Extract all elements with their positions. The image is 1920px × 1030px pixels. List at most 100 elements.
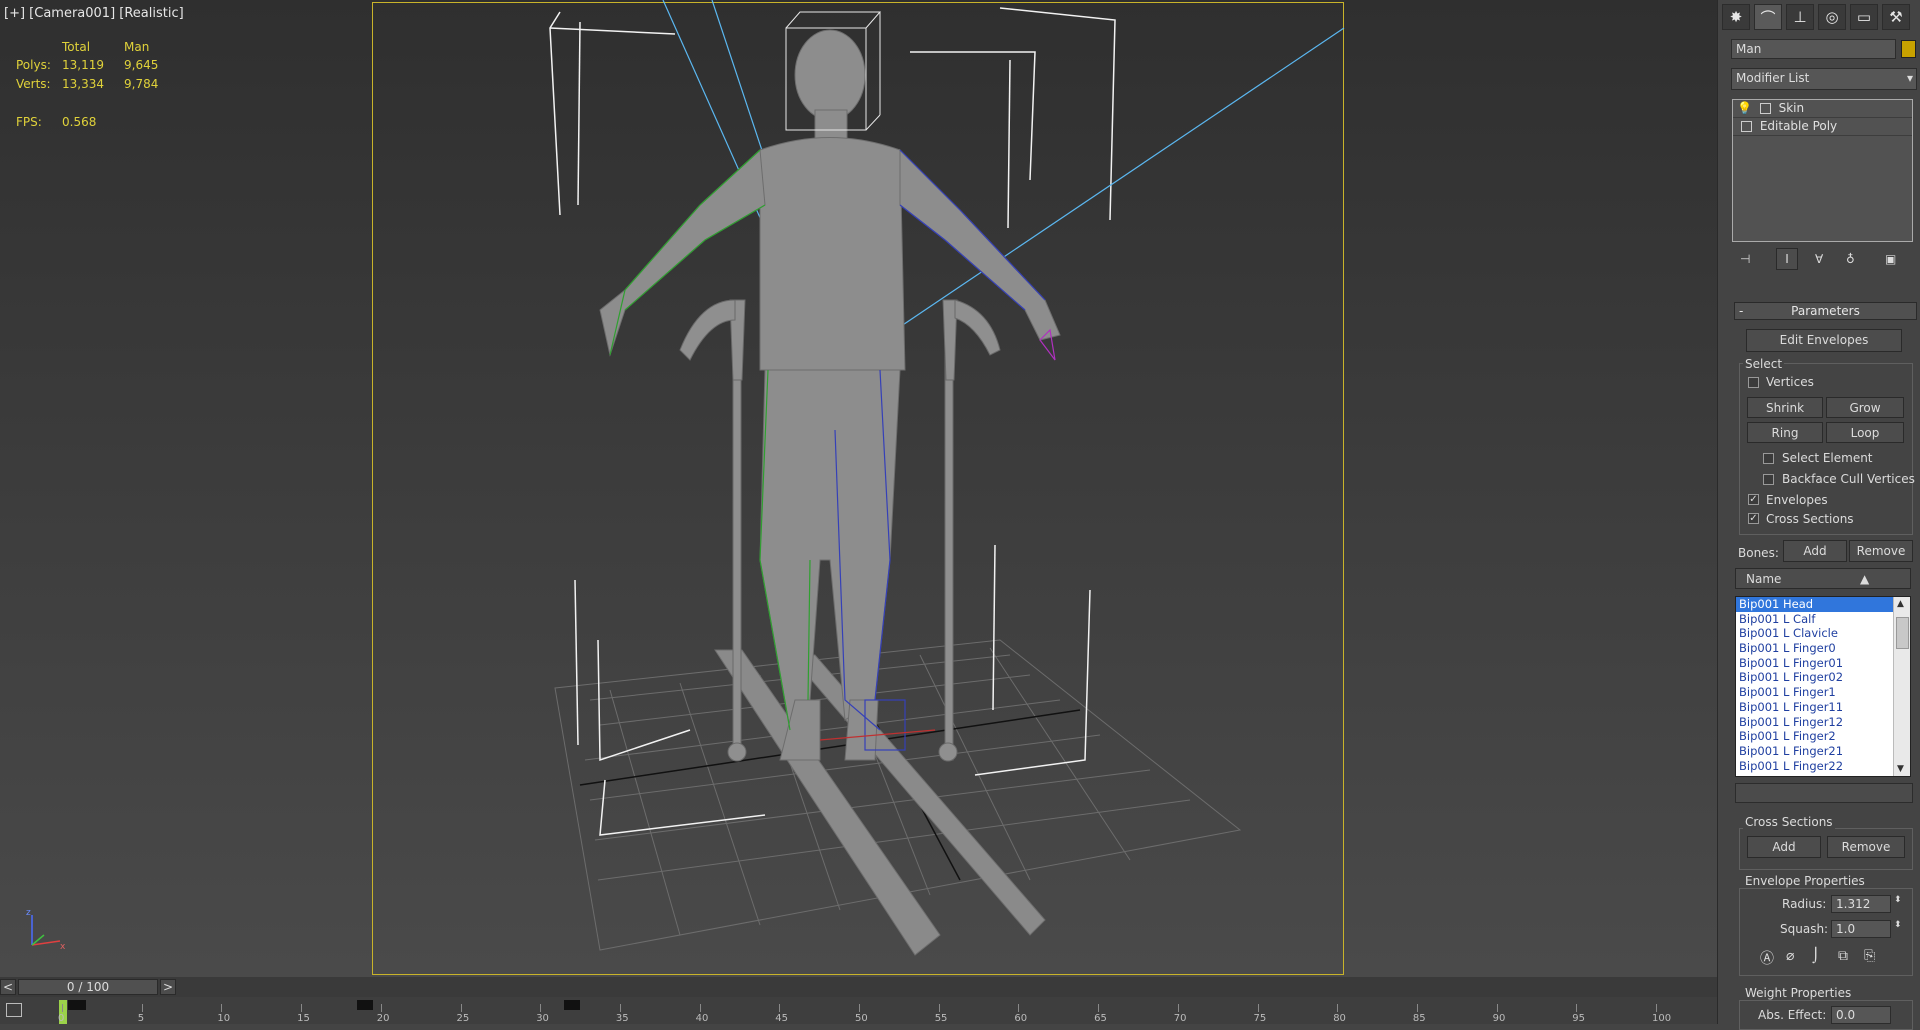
create-icon[interactable]: ✸ (1722, 4, 1750, 30)
object-name-field[interactable]: Man (1731, 39, 1896, 59)
envelope-visibility-icon[interactable]: Ⓐ (1760, 948, 1774, 968)
bone-list-item[interactable]: Bip001 L Finger12 (1736, 715, 1910, 730)
bone-list-item[interactable]: Bip001 L Finger2 (1736, 729, 1910, 744)
bone-list-item[interactable]: Bip001 L Finger22 (1736, 759, 1910, 774)
next-frame-button[interactable]: > (160, 979, 176, 995)
parameters-rollout[interactable]: - Parameters (1734, 302, 1917, 320)
modifier-stack[interactable]: 💡 Skin Editable Poly (1732, 99, 1913, 242)
loop-button[interactable]: Loop (1826, 422, 1904, 443)
timeline-tick-label: 90 (1492, 1013, 1506, 1024)
name-sort-header[interactable]: Name ▲ (1735, 568, 1911, 589)
lightbulb-icon[interactable]: 💡 (1737, 101, 1752, 115)
bone-list-item[interactable]: Bip001 L Calf (1736, 612, 1910, 627)
modifier-item-skin[interactable]: 💡 Skin (1733, 100, 1912, 118)
display-icon[interactable]: ▭ (1850, 4, 1878, 30)
timeline-tick (1337, 1004, 1339, 1012)
grow-button[interactable]: Grow (1826, 397, 1904, 418)
squash-spinner[interactable]: 1.0 (1831, 920, 1891, 938)
sort-ascending-icon: ▲ (1860, 572, 1870, 586)
bone-list-item[interactable]: Bip001 L Finger1 (1736, 685, 1910, 700)
parameters-title: Parameters (1791, 304, 1860, 318)
utilities-icon[interactable]: ⚒ (1882, 4, 1910, 30)
backface-cull-label: Backface Cull Vertices (1782, 472, 1915, 486)
bone-list[interactable]: Bip001 Head Bip001 L Calf Bip001 L Clavicl… (1735, 596, 1911, 777)
abs-effect-spinner[interactable]: 0.0 (1831, 1006, 1891, 1024)
timeline-tick (221, 1004, 223, 1012)
scroll-thumb[interactable] (1896, 617, 1909, 649)
scroll-up-icon[interactable]: ▲ (1897, 599, 1904, 609)
bone-list-item[interactable]: Bip001 Head (1736, 597, 1910, 612)
timeline-tick (540, 1004, 542, 1012)
pin-stack-icon[interactable]: ⊣ (1740, 252, 1750, 266)
ring-button[interactable]: Ring (1747, 422, 1823, 443)
cross-sections-label: Cross Sections (1766, 512, 1854, 526)
cross-section-remove-button[interactable]: Remove (1827, 836, 1905, 858)
object-color-swatch[interactable] (1901, 40, 1916, 58)
timeline-tick-label: 15 (297, 1013, 310, 1024)
paste-icon[interactable]: ⎘ (1864, 948, 1875, 964)
radius-spinner-arrows[interactable]: ⬍ (1894, 895, 1902, 905)
select-group-label: Select (1743, 357, 1785, 371)
bone-list-item[interactable]: Bip001 L Finger21 (1736, 744, 1910, 759)
select-element-checkbox[interactable] (1763, 453, 1774, 464)
vertices-checkbox[interactable] (1748, 377, 1759, 388)
keyframe-marker[interactable] (357, 1000, 373, 1010)
camera-viewport[interactable]: [+] [Camera001] [Realistic] Total Man Po… (0, 0, 1717, 977)
timeline-tick-label: 40 (695, 1013, 709, 1024)
keyframe-marker[interactable] (68, 1000, 86, 1010)
falloff-curve-icon[interactable]: ⌡ (1812, 948, 1819, 964)
backface-cull-checkbox[interactable] (1763, 474, 1774, 485)
bone-list-item[interactable]: Bip001 L Finger02 (1736, 670, 1910, 685)
falloff-icon[interactable]: ⌀ (1786, 948, 1794, 964)
modifier-list-label: Modifier List (1736, 71, 1810, 85)
timeline-tick-label: 65 (1094, 1013, 1107, 1024)
timeline-tick-label: 35 (615, 1013, 629, 1024)
squash-spinner-arrows[interactable]: ⬍ (1894, 920, 1902, 930)
prev-frame-button[interactable]: < (0, 979, 16, 995)
timeline-tick-label: 5 (137, 1013, 145, 1024)
remove-modifier-icon[interactable]: ♁ (1846, 252, 1855, 266)
bone-list-item[interactable]: Bip001 L Finger0 (1736, 641, 1910, 656)
filter-icon[interactable] (6, 1003, 22, 1017)
configure-sets-icon[interactable]: ▣ (1885, 252, 1896, 266)
envelopes-checkbox[interactable]: ✓ (1748, 494, 1759, 505)
bone-list-item[interactable]: Bip001 L Clavicle (1736, 626, 1910, 641)
bone-list-item[interactable]: Bip001 L Finger01 (1736, 656, 1910, 671)
timeline-tick-label: 10 (217, 1013, 231, 1024)
name-column-label: Name (1746, 572, 1782, 586)
show-end-result-icon[interactable]: Ⅰ (1776, 248, 1798, 270)
modifier-item-editable-poly[interactable]: Editable Poly (1733, 118, 1912, 136)
copy-icon[interactable]: ⧉ (1838, 948, 1848, 964)
radius-spinner[interactable]: 1.312 (1831, 895, 1891, 913)
frame-display[interactable]: 0 / 100 (18, 979, 158, 995)
add-bone-button[interactable]: Add (1783, 540, 1847, 562)
timeline-tick (141, 1004, 143, 1012)
modify-icon[interactable]: ⌒ (1754, 4, 1782, 30)
scroll-down-icon[interactable]: ▼ (1897, 764, 1904, 774)
timeline-tick (1018, 1004, 1020, 1012)
expand-icon[interactable] (1741, 121, 1752, 132)
timeline-tick-label: 0 (58, 1013, 65, 1024)
envelope-properties-label: Envelope Properties (1743, 874, 1867, 888)
motion-icon[interactable]: ◎ (1818, 4, 1846, 30)
shrink-button[interactable]: Shrink (1747, 397, 1823, 418)
cross-section-add-button[interactable]: Add (1747, 836, 1821, 858)
timeline-tick (460, 1004, 462, 1012)
keyframe-marker[interactable] (564, 1000, 580, 1010)
make-unique-icon[interactable]: ∀ (1815, 252, 1823, 266)
character-mesh (599, 29, 1061, 761)
skis (714, 649, 1046, 956)
timeline-tick (301, 1004, 303, 1012)
cross-sections-checkbox[interactable]: ✓ (1748, 513, 1759, 524)
expand-icon[interactable] (1759, 103, 1771, 114)
hierarchy-icon[interactable]: ⊥ (1786, 4, 1814, 30)
time-slider-bar[interactable]: < 0 / 100 > (0, 977, 1717, 997)
edit-envelopes-button[interactable]: Edit Envelopes (1746, 329, 1902, 352)
remove-bone-button[interactable]: Remove (1849, 540, 1913, 562)
bone-list-item[interactable]: Bip001 L Finger11 (1736, 700, 1910, 715)
modifier-list-dropdown[interactable]: Modifier List ▾ (1731, 68, 1917, 90)
bone-list-scrollbar[interactable]: ▲ ▼ (1893, 597, 1910, 776)
bone-filter-field[interactable] (1735, 783, 1913, 803)
timeline-tick-label: 80 (1333, 1013, 1346, 1024)
timeline-tick (779, 1004, 781, 1012)
